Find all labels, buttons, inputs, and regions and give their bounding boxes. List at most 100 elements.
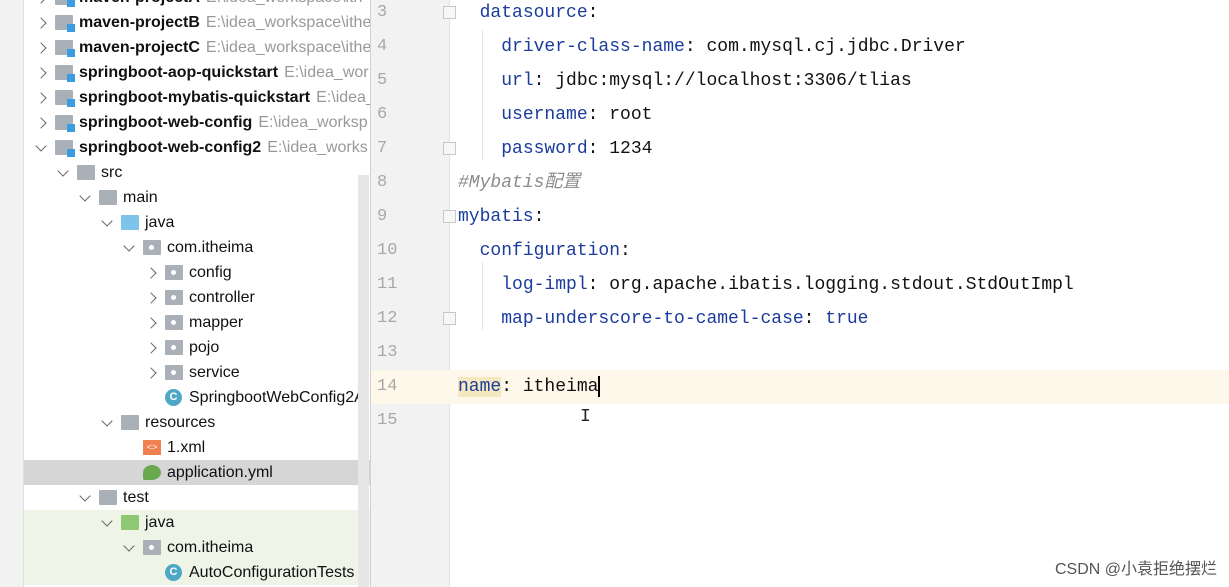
chevron-right-icon[interactable] <box>35 116 47 129</box>
yaml-key: username <box>501 105 588 125</box>
folder-icon <box>99 490 117 505</box>
line-number: 7 <box>377 139 388 158</box>
tree-item[interactable]: <> 1.xml <box>24 435 370 460</box>
code-line[interactable]: 9 mybatis: <box>371 200 1229 234</box>
tree-item[interactable]: service <box>24 360 370 385</box>
tree-item-label: AutoConfigurationTests <box>189 563 355 581</box>
tree-item-path: E:\idea_workspace\ith <box>206 0 363 6</box>
tree-item[interactable]: test <box>24 485 370 510</box>
tree-item[interactable]: C SpringbootWebConfig2A <box>24 385 370 410</box>
code-line[interactable]: 14 name: itheima <box>371 370 1229 404</box>
tree-item[interactable]: com.itheima <box>24 535 370 560</box>
chevron-right-icon[interactable] <box>145 316 157 329</box>
folder-icon <box>77 165 95 180</box>
fold-marker-icon[interactable] <box>443 210 456 223</box>
source-folder-icon <box>121 215 139 230</box>
tree-item[interactable]: pojo <box>24 335 370 360</box>
code-line[interactable]: 8 #Mybatis配置 <box>371 166 1229 200</box>
tree-item[interactable]: java <box>24 210 370 235</box>
package-icon <box>143 540 161 555</box>
line-number: 8 <box>377 173 388 192</box>
tree-item[interactable]: springboot-web-config2 E:\idea_works <box>24 135 370 160</box>
separator: : <box>587 105 610 125</box>
chevron-down-icon[interactable] <box>123 239 135 252</box>
chevron-right-icon[interactable] <box>35 16 47 29</box>
chevron-right-icon[interactable] <box>35 66 47 79</box>
folder-icon <box>99 190 117 205</box>
line-number: 13 <box>377 343 398 362</box>
code-line[interactable]: 5 url: jdbc:mysql://localhost:3306/tlias <box>371 64 1229 98</box>
tree-scrollbar[interactable] <box>358 175 369 587</box>
tree-item[interactable]: maven-projectA E:\idea_workspace\ith <box>24 0 370 10</box>
tree-item-label: mapper <box>189 313 244 331</box>
tree-item[interactable]: config <box>24 260 370 285</box>
chevron-down-icon[interactable] <box>57 164 69 177</box>
tree-item-label: 1.xml <box>167 438 206 456</box>
spring-yml-icon <box>143 465 161 480</box>
project-tree[interactable]: maven-projectA E:\idea_workspace\ithmaven… <box>24 0 370 587</box>
tree-item[interactable]: C AutoConfigurationTests <box>24 560 370 585</box>
module-folder-icon <box>55 15 75 32</box>
code-line[interactable]: 6 username: root <box>371 98 1229 132</box>
chevron-down-icon[interactable] <box>123 539 135 552</box>
yaml-key: datasource <box>479 3 588 23</box>
tree-item[interactable]: src <box>24 160 370 185</box>
fold-marker-icon[interactable] <box>443 312 456 325</box>
code-line[interactable]: 10 configuration: <box>371 234 1229 268</box>
chevron-right-icon[interactable] <box>35 0 47 4</box>
tree-item[interactable]: application.yml <box>24 460 370 485</box>
tree-item[interactable]: com.itheima <box>24 235 370 260</box>
tree-item[interactable]: maven-projectC E:\idea_workspace\ithe <box>24 35 370 60</box>
code-line[interactable]: 3 datasource: <box>371 0 1229 30</box>
code-line[interactable]: 15 <box>371 404 1229 438</box>
code-line[interactable]: 11 log-impl: org.apache.ibatis.logging.s… <box>371 268 1229 302</box>
tree-item[interactable]: main <box>24 185 370 210</box>
code-line[interactable]: 13 <box>371 336 1229 370</box>
tree-item[interactable]: maven-projectB E:\idea_workspace\ithe <box>24 10 370 35</box>
chevron-down-icon[interactable] <box>101 214 113 227</box>
tree-item-path: E:\idea_workspace\ithe <box>205 38 370 56</box>
line-number: 6 <box>377 105 388 124</box>
fold-marker-icon[interactable] <box>443 142 456 155</box>
line-number: 4 <box>377 37 388 56</box>
tree-item-label: test <box>123 488 149 506</box>
chevron-right-icon[interactable] <box>145 366 157 379</box>
separator: : <box>587 139 610 159</box>
chevron-down-icon[interactable] <box>35 139 47 152</box>
tree-item[interactable]: springboot-mybatis-quickstart E:\idea_ <box>24 85 370 110</box>
tree-item[interactable]: mapper <box>24 310 370 335</box>
tree-item[interactable]: resources <box>24 410 370 435</box>
yaml-value: jdbc:mysql://localhost:3306/tlias <box>555 71 912 91</box>
tree-item[interactable]: springboot-web-config E:\idea_worksp <box>24 110 370 135</box>
test-folder-icon <box>121 515 139 530</box>
yaml-value: org.apache.ibatis.logging.stdout.StdOutI… <box>609 275 1074 295</box>
chevron-right-icon[interactable] <box>145 341 157 354</box>
yaml-key: name <box>458 377 502 397</box>
chevron-down-icon[interactable] <box>79 189 91 202</box>
code-editor[interactable]: 3 datasource: 4 driver-class-name: com.my… <box>371 0 1229 587</box>
tree-item-label: src <box>101 163 123 181</box>
separator: : <box>587 275 610 295</box>
chevron-right-icon[interactable] <box>35 91 47 104</box>
tree-item[interactable]: springboot-aop-quickstart E:\idea_wor <box>24 60 370 85</box>
chevron-right-icon[interactable] <box>145 266 157 279</box>
tree-item-label: service <box>189 363 240 381</box>
chevron-right-icon[interactable] <box>35 41 47 54</box>
class-icon: C <box>165 389 182 406</box>
code-line[interactable]: 4 driver-class-name: com.mysql.cj.jdbc.D… <box>371 30 1229 64</box>
fold-marker-icon[interactable] <box>443 6 456 19</box>
separator: : <box>620 241 631 261</box>
code-line[interactable]: 7 password: 1234 <box>371 132 1229 166</box>
chevron-right-icon[interactable] <box>145 291 157 304</box>
tree-item-label: maven-projectC <box>79 38 200 56</box>
chevron-down-icon[interactable] <box>79 489 91 502</box>
tree-item[interactable]: controller <box>24 285 370 310</box>
code-line[interactable]: 12 map-underscore-to-camel-case: true <box>371 302 1229 336</box>
tree-item-path: E:\idea_wor <box>284 63 369 81</box>
chevron-down-icon[interactable] <box>101 514 113 527</box>
chevron-down-icon[interactable] <box>101 414 113 427</box>
tree-item[interactable]: java <box>24 510 370 535</box>
